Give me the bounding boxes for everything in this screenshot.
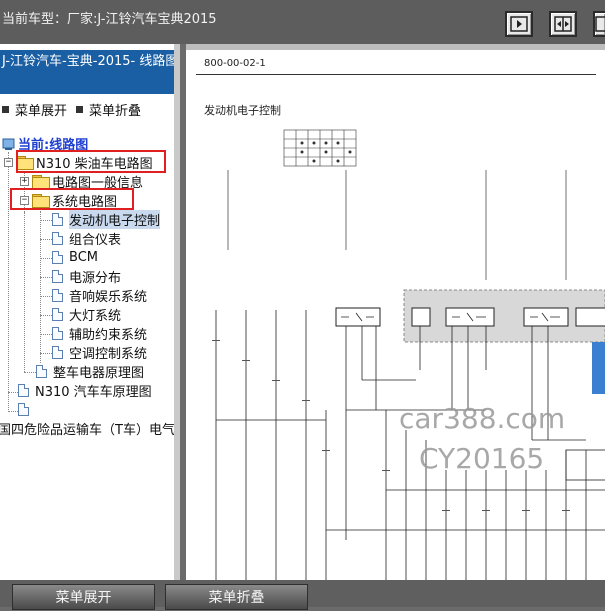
tree-item-power-distribution[interactable]: 电源分布: [52, 267, 121, 286]
fullscreen-button[interactable]: [593, 11, 605, 37]
bottom-collapse-button[interactable]: 菜单折叠: [165, 584, 308, 610]
tree-item-engine-control[interactable]: 发动机电子控制: [52, 210, 161, 229]
tree-view: 当前:线路图 − N310 柴油车电路图 + 电路图一般信息 − 系统电路图 发…: [0, 134, 174, 484]
highlight-box: [16, 150, 166, 173]
menu-collapse-link[interactable]: 菜单折叠: [76, 100, 141, 119]
menu-collapse-label: 菜单折叠: [89, 104, 142, 119]
document-icon: [18, 403, 29, 416]
panel-menu: 菜单展开 菜单折叠: [0, 100, 174, 120]
tree-item-label: 整车电器原理图: [53, 366, 145, 381]
tree-item-label: 电源分布: [69, 271, 122, 286]
document-icon: [52, 270, 63, 283]
tree-item-label: N310 汽车车原理图: [35, 385, 152, 400]
collapse-right-icon: [510, 16, 528, 32]
header-rule: [196, 74, 596, 75]
square-bullet-icon: [2, 106, 9, 113]
tree-item-blank[interactable]: [18, 400, 35, 419]
tree-item-instrument-cluster[interactable]: 组合仪表: [52, 229, 121, 248]
tree-item-label: 辅助约束系统: [69, 328, 148, 343]
document-icon: [18, 384, 29, 397]
tree-item-label: 发动机电子控制: [69, 210, 161, 229]
bottom-bar: 菜单展开 菜单折叠: [0, 580, 605, 610]
title-bar: 当前车型：厂家:J-江铃汽车宝典2015: [0, 0, 605, 44]
bottom-expand-button[interactable]: 菜单展开: [12, 584, 155, 610]
split-view-button[interactable]: [549, 11, 577, 37]
document-icon: [52, 308, 63, 321]
collapse-right-button[interactable]: [505, 11, 533, 37]
tree-item-audio-system[interactable]: 音响娱乐系统: [52, 286, 147, 305]
highlight-box: [10, 188, 134, 210]
window-title: 当前车型：厂家:J-江铃汽车宝典2015: [2, 12, 217, 27]
navigation-panel: J-江铃汽车-宝典-2015- 线路图. 菜单展开 菜单折叠 当前:线路图 − …: [0, 44, 180, 580]
diagram-viewer[interactable]: 800-00-02-1 发动机电子控制 car388.com CY20165: [186, 44, 605, 580]
tree-item-hazmat[interactable]: 国四危险品运输车（T车）电气: [0, 419, 175, 438]
square-bullet-icon: [76, 106, 83, 113]
tree-item-restraint-system[interactable]: 辅助约束系统: [52, 324, 147, 343]
tree-item-label: 大灯系统: [69, 309, 122, 324]
menu-expand-label: 菜单展开: [15, 104, 68, 119]
menu-expand-link[interactable]: 菜单展开: [2, 100, 67, 119]
watermark-site: car388.com: [399, 402, 566, 435]
tree-item-label: BCM: [69, 250, 98, 265]
document-icon: [52, 232, 63, 245]
tree-item-label: 国四危险品运输车（T车）电气: [0, 423, 175, 438]
document-icon: [52, 251, 63, 264]
folder-icon: [32, 175, 50, 189]
document-icon: [52, 213, 63, 226]
document-icon: [36, 365, 47, 378]
tree-item-vehicle-principle[interactable]: 整车电器原理图: [36, 362, 144, 381]
tree-item-ac-control[interactable]: 空调控制系统: [52, 343, 147, 362]
page-number: 800-00-02-1: [204, 58, 266, 69]
tree-collapse-toggle[interactable]: −: [4, 158, 13, 167]
tree-item-headlamp-system[interactable]: 大灯系统: [52, 305, 121, 324]
panel-header: J-江铃汽车-宝典-2015- 线路图.: [0, 50, 174, 94]
document-icon: [52, 289, 63, 302]
tree-item-label: 音响娱乐系统: [69, 290, 148, 305]
tree-root-icon: [2, 138, 15, 150]
tree-expand-toggle[interactable]: +: [20, 177, 29, 186]
tree-item-n310-principle[interactable]: N310 汽车车原理图: [18, 381, 152, 400]
document-icon: [52, 327, 63, 340]
split-view-icon: [554, 16, 572, 32]
tree-item-label: 组合仪表: [69, 233, 122, 248]
tree-item-label: 空调控制系统: [69, 347, 148, 362]
watermark-code: CY20165: [419, 442, 545, 475]
fullscreen-icon: [595, 16, 605, 32]
wiring-diagram: [212, 129, 605, 580]
tree-item-bcm[interactable]: BCM: [52, 248, 98, 267]
document-icon: [52, 346, 63, 359]
